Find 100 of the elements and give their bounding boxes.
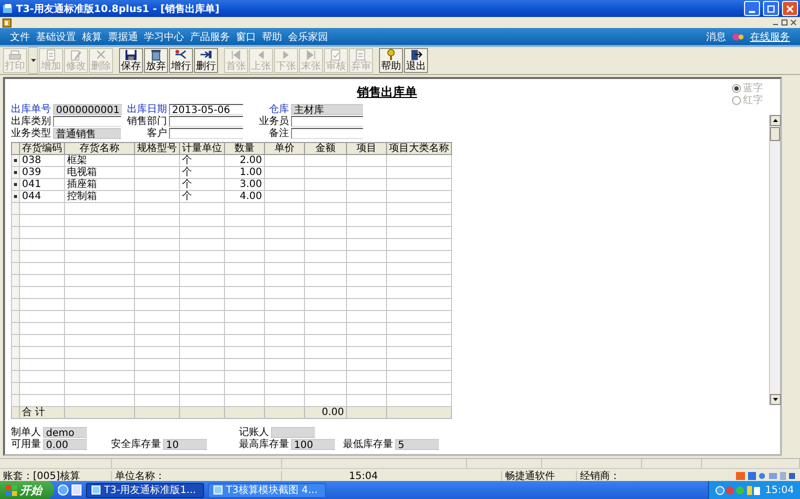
tray-icons[interactable]	[715, 484, 762, 496]
field-label: 记账人	[239, 427, 269, 438]
status-text: 经销商：	[580, 470, 620, 483]
exit-icon	[409, 49, 423, 61]
insert-row-icon	[174, 49, 188, 61]
menu-item[interactable]: 帮助	[262, 30, 282, 44]
window-icon	[91, 485, 101, 495]
menu-item[interactable]: 核算	[82, 30, 102, 44]
menu-item[interactable]: 基础设置	[36, 30, 76, 44]
input-field[interactable]	[169, 116, 243, 127]
menu-item[interactable]: 票据通	[108, 30, 138, 44]
scrollbar[interactable]	[769, 115, 780, 405]
last-icon	[304, 49, 318, 61]
first-icon	[229, 49, 243, 61]
toolbar-button[interactable]: 保存	[119, 48, 143, 73]
check-icon	[329, 49, 343, 61]
table-cell: 控制箱	[64, 190, 134, 202]
table-cell: 044	[20, 190, 64, 202]
field-label: 出库类别	[11, 116, 51, 127]
field-label: 销售部门	[126, 116, 167, 127]
close-icon[interactable]	[789, 18, 798, 27]
menu-item[interactable]: 产品服务	[190, 30, 230, 44]
quick-launch-icons[interactable]	[58, 484, 82, 496]
field-label: 制单人	[11, 427, 41, 438]
field-label: 最高库存量	[239, 439, 289, 450]
table-cell: 插座箱	[64, 178, 134, 190]
menu-item[interactable]: 窗口	[236, 30, 256, 44]
row-marker-icon	[14, 158, 17, 162]
input-method-icons	[736, 471, 796, 481]
document-icon	[354, 49, 368, 61]
table-cell: 个	[180, 154, 224, 166]
field-label: 客户	[146, 128, 167, 139]
input-field[interactable]	[169, 128, 243, 139]
input-field[interactable]: 主材库	[291, 104, 363, 115]
menu-link[interactable]: 消息	[706, 30, 726, 44]
toolbar-button[interactable]: 帮助	[379, 48, 403, 73]
minimize-icon	[749, 10, 755, 12]
column-header[interactable]: 存货编码	[20, 142, 64, 154]
column-header[interactable]: 金额	[304, 142, 346, 154]
input-field[interactable]: 2013-05-06	[169, 104, 243, 115]
column-header[interactable]: 项目	[346, 142, 386, 154]
toolbar-button[interactable]: 放弃	[144, 48, 168, 73]
column-header[interactable]: 规格型号	[134, 142, 180, 154]
menu-link[interactable]: 在线服务	[750, 30, 790, 44]
input-field[interactable]: 0000000001	[53, 104, 122, 115]
input-field[interactable]	[291, 128, 363, 139]
table-cell: 电视箱	[64, 166, 134, 178]
pencil-icon	[69, 49, 83, 61]
document-icon	[44, 49, 58, 61]
input-field[interactable]: demo	[43, 427, 87, 438]
toolbar-button[interactable]: 删行	[194, 48, 218, 73]
row-marker-icon	[14, 182, 17, 186]
taskbar-button[interactable]: T3核算模块截图 4...	[208, 482, 326, 498]
input-field[interactable]	[291, 116, 363, 127]
cross-icon	[94, 49, 108, 61]
table-cell: 1.00	[224, 166, 264, 178]
toolbar-button[interactable]: 增行	[169, 48, 193, 73]
field-label: 业务员	[258, 116, 289, 127]
table-cell: 039	[20, 166, 64, 178]
taskbar-button[interactable]: T3-用友通标准版1...	[86, 482, 204, 498]
input-field[interactable]: 10	[163, 439, 207, 450]
clock: 15:04	[765, 484, 794, 496]
window-title: T3-用友通标准版10.8plus1 - [销售出库单]	[16, 2, 220, 16]
dropdown-button[interactable]	[28, 47, 38, 74]
table-cell: 3.00	[224, 178, 264, 190]
input-field[interactable]: 0.00	[43, 439, 87, 450]
minimize-button[interactable]	[744, 1, 760, 16]
column-header[interactable]: 存货名称	[64, 142, 134, 154]
menu-item[interactable]: 学习中心	[144, 30, 184, 44]
save-icon	[124, 49, 138, 61]
document-icon	[2, 18, 12, 28]
input-field[interactable]	[53, 116, 121, 127]
trash-icon	[149, 49, 163, 61]
column-header[interactable]: 单价	[264, 142, 304, 154]
total-label: 合 计	[20, 406, 64, 418]
scrollbar-thumb[interactable]	[770, 127, 780, 141]
column-header[interactable]: 项目大类名称	[386, 142, 452, 154]
menu-item[interactable]: 会乐家园	[288, 30, 328, 44]
close-button[interactable]	[782, 1, 798, 16]
table-cell: 个	[180, 190, 224, 202]
field-label: 可用量	[11, 439, 41, 450]
column-header[interactable]: 数量	[224, 142, 264, 154]
row-marker-icon	[14, 194, 17, 198]
table-cell: 038	[20, 154, 64, 166]
app-icon	[2, 3, 13, 14]
field-label: 出库单号	[11, 104, 51, 115]
input-field[interactable]: 普通销售	[53, 128, 121, 139]
field-label: 安全库存量	[111, 439, 161, 450]
restore-button[interactable]	[763, 1, 779, 16]
input-field[interactable]: 5	[395, 439, 439, 450]
table-cell: 框架	[64, 154, 134, 166]
toolbar-button[interactable]: 退出	[404, 48, 428, 73]
window-icon	[213, 485, 223, 495]
form-title: 销售出库单	[357, 84, 417, 101]
table-cell: 个	[180, 166, 224, 178]
menu-item[interactable]: 文件	[10, 30, 30, 44]
input-field[interactable]: 100	[291, 439, 335, 450]
up-arrow-icon	[773, 119, 778, 122]
column-header[interactable]: 计量单位	[180, 142, 224, 154]
flower-icon	[732, 32, 744, 42]
